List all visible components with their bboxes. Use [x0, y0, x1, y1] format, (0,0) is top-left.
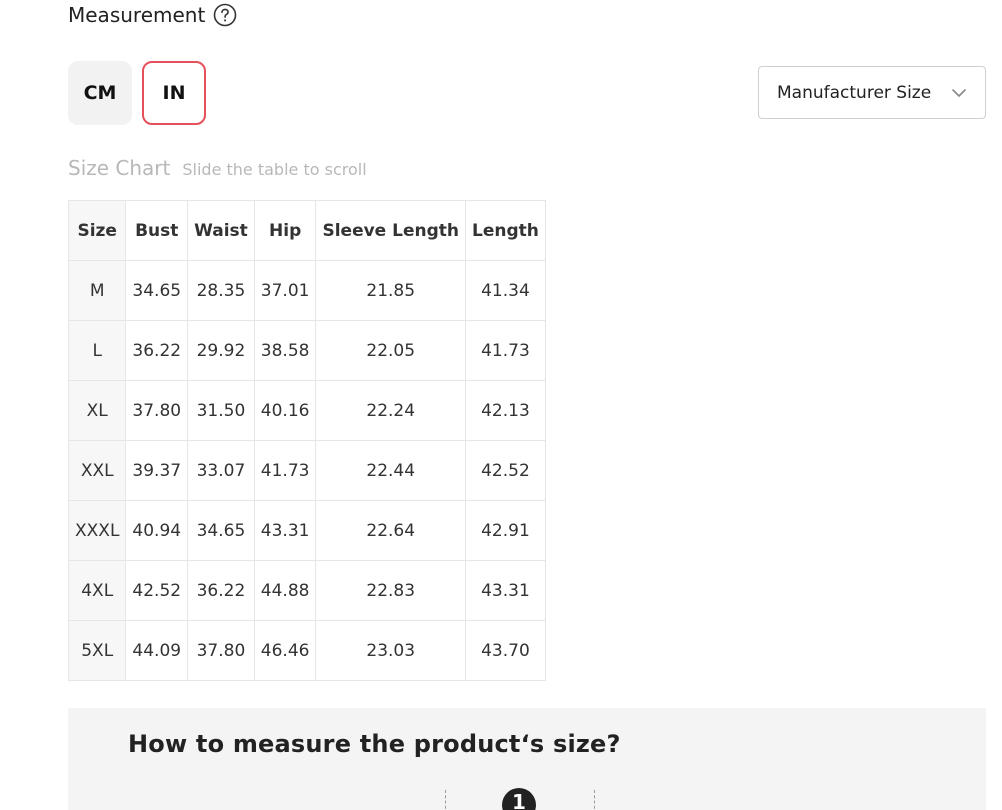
cell-hip: 41.73 — [253, 440, 317, 501]
cell-size: L — [67, 320, 127, 381]
cell-waist: 33.07 — [187, 440, 255, 501]
cell-bust: 39.37 — [125, 440, 189, 501]
cell-bust: 34.65 — [125, 260, 189, 321]
cell-hip: 44.88 — [253, 560, 317, 621]
cell-sleeve-length: 21.85 — [315, 260, 466, 321]
measure-guide-panel: How to measure the product‘s size? 1 — [68, 708, 986, 810]
size-chart-header: Size Chart Slide the table to scroll — [68, 156, 367, 180]
column-header-sleeve-length: Sleeve Length — [315, 200, 466, 261]
cell-size: 4XL — [67, 560, 127, 621]
cell-bust: 42.52 — [125, 560, 189, 621]
size-select-value: Manufacturer Size — [777, 82, 932, 103]
cell-waist: 28.35 — [187, 260, 255, 321]
cell-size: XXL — [67, 440, 127, 501]
cell-bust: 44.09 — [125, 620, 189, 681]
unit-cm-button[interactable]: CM — [68, 61, 132, 125]
cell-hip: 46.46 — [253, 620, 317, 681]
cell-bust: 40.94 — [125, 500, 189, 561]
column-header-size: Size — [67, 200, 127, 261]
column-header-hip: Hip — [253, 200, 317, 261]
cell-hip: 43.31 — [253, 500, 317, 561]
table-row: 4XL 42.52 36.22 44.88 22.83 43.31 — [67, 560, 546, 621]
table-row: XL 37.80 31.50 40.16 22.24 42.13 — [67, 380, 546, 441]
table-row: 5XL 44.09 37.80 46.46 23.03 43.70 — [67, 620, 546, 681]
size-guide-page: Measurement CM IN Manufacturer Size Size… — [0, 0, 1002, 810]
guide-dashed-line — [594, 790, 595, 810]
cell-sleeve-length: 22.64 — [315, 500, 466, 561]
guide-dashed-line — [445, 790, 446, 810]
cell-size: M — [67, 260, 127, 321]
cell-size: XL — [67, 380, 127, 441]
cell-hip: 40.16 — [253, 380, 317, 441]
cell-waist: 29.92 — [187, 320, 255, 381]
cell-length: 42.13 — [465, 380, 546, 441]
column-header-bust: Bust — [125, 200, 189, 261]
cell-length: 42.91 — [465, 500, 546, 561]
cell-hip: 38.58 — [253, 320, 317, 381]
table-row: XXXL 40.94 34.65 43.31 22.64 42.91 — [67, 500, 546, 561]
cell-length: 43.31 — [465, 560, 546, 621]
column-header-length: Length — [465, 200, 546, 261]
manufacturer-size-select[interactable]: Manufacturer Size — [758, 66, 986, 119]
size-chart-title: Size Chart — [68, 156, 171, 180]
size-chart-body: M 34.65 28.35 37.01 21.85 41.34 L 36.22 29.92 38.… — [67, 260, 546, 681]
table-row: M 34.65 28.35 37.01 21.85 41.34 — [67, 260, 546, 321]
cell-length: 42.52 — [465, 440, 546, 501]
table-header-row: Size Bust Waist Hip Sleeve Length Length — [67, 200, 546, 261]
measurement-title: Measurement — [68, 3, 206, 27]
cell-length: 41.34 — [465, 260, 546, 321]
question-circle-icon[interactable] — [213, 3, 237, 27]
cell-waist: 31.50 — [187, 380, 255, 441]
chevron-down-icon — [951, 88, 967, 98]
cell-waist: 37.80 — [187, 620, 255, 681]
cell-bust: 36.22 — [125, 320, 189, 381]
column-header-waist: Waist — [187, 200, 255, 261]
cell-length: 43.70 — [465, 620, 546, 681]
measure-guide-title: How to measure the product‘s size? — [128, 730, 621, 758]
cell-sleeve-length: 22.83 — [315, 560, 466, 621]
measurement-header: Measurement — [68, 3, 237, 27]
step-number-badge: 1 — [502, 788, 536, 810]
cell-sleeve-length: 22.44 — [315, 440, 466, 501]
size-chart-table[interactable]: Size Bust Waist Hip Sleeve Length Length… — [67, 200, 546, 681]
cell-waist: 34.65 — [187, 500, 255, 561]
cell-sleeve-length: 22.24 — [315, 380, 466, 441]
size-chart-hint: Slide the table to scroll — [182, 160, 367, 179]
cell-sleeve-length: 22.05 — [315, 320, 466, 381]
cell-size: XXXL — [67, 500, 127, 561]
table-row: XXL 39.37 33.07 41.73 22.44 42.52 — [67, 440, 546, 501]
cell-hip: 37.01 — [253, 260, 317, 321]
cell-length: 41.73 — [465, 320, 546, 381]
cell-waist: 36.22 — [187, 560, 255, 621]
table-row: L 36.22 29.92 38.58 22.05 41.73 — [67, 320, 546, 381]
cell-sleeve-length: 23.03 — [315, 620, 466, 681]
unit-in-button[interactable]: IN — [142, 61, 206, 125]
cell-bust: 37.80 — [125, 380, 189, 441]
cell-size: 5XL — [67, 620, 127, 681]
